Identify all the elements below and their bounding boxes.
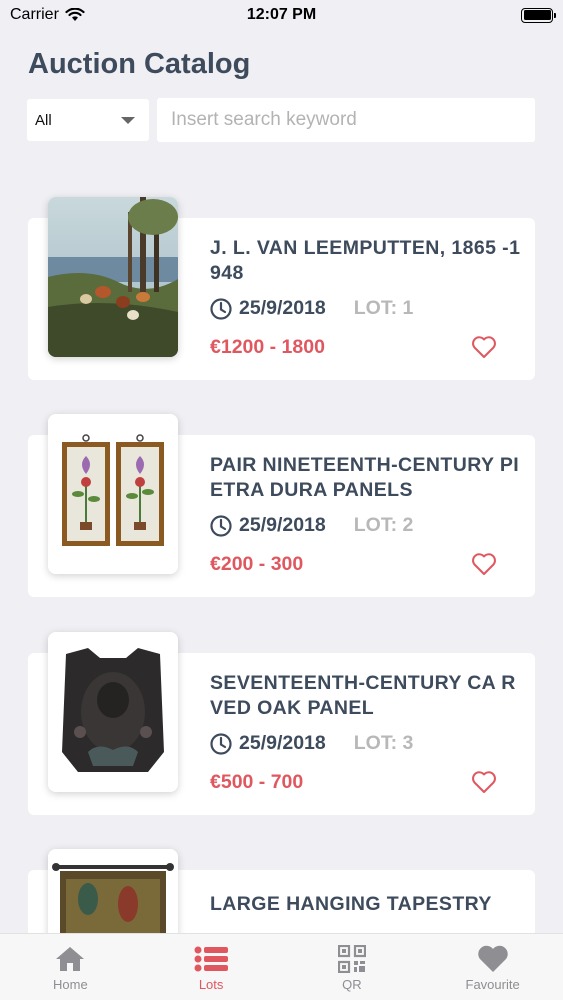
carrier-label: Carrier [10,6,59,23]
panels-image [48,414,178,574]
lot-thumbnail-panels[interactable] [48,414,178,574]
lot-thumbnail-painting[interactable] [48,197,178,357]
lot-title: LARGE HANGING TAPESTRY [210,893,492,915]
tab-home[interactable]: Home [0,934,141,1000]
lot-number: LOT: 1 [353,297,414,319]
lot-price: €200 - 300 [210,553,304,575]
lot-thumbnail-oak-panel[interactable] [48,632,178,792]
favourite-heart-icon[interactable] [471,770,497,794]
tab-qr[interactable]: QR [282,934,423,1000]
tab-label: QR [342,977,362,992]
painting-image [48,197,178,357]
heart-icon [477,945,508,972]
tab-label: Favourite [465,977,520,992]
clock-icon [210,297,232,320]
tab-label: Lots [198,977,224,992]
lot-price: €500 - 700 [210,771,304,793]
home-icon [56,947,85,971]
lot-price: €1200 - 1800 [210,336,325,358]
lot-title: SEVENTEENTH-CENTURY CA RVED OAK PANEL [210,672,516,719]
page-title: Auction Catalog [28,48,251,80]
status-left: Carrier [10,6,85,24]
lot-meta: 25/9/2018 LOT: 2 [210,514,413,537]
tab-favourite[interactable]: Favourite [422,934,563,1000]
qr-code-icon [337,945,366,973]
lot-number: LOT: 3 [353,732,414,754]
tab-bar: Home Lots QR Favourite [0,933,563,1000]
battery-icon [521,7,556,23]
lot-title: J. L. VAN LEEMPUTTEN, 1865 -1948 [210,237,521,284]
chevron-down-icon [121,116,135,124]
lot-date: 25/9/2018 [239,732,326,754]
tab-lots[interactable]: Lots [141,934,282,1000]
lot-date: 25/9/2018 [239,297,326,319]
list-icon [194,946,229,972]
tab-label: Home [53,977,88,992]
favourite-heart-icon[interactable] [471,335,497,359]
clock-icon [210,732,232,755]
category-filter-value: All [35,111,52,129]
status-bar: Carrier 12:07 PM [0,0,563,30]
wifi-icon [65,8,85,21]
lot-date: 25/9/2018 [239,514,326,536]
favourite-heart-icon[interactable] [471,552,497,576]
clock-icon [210,514,232,537]
lot-meta: 25/9/2018 LOT: 3 [210,732,413,755]
category-filter-select[interactable]: All [27,99,149,141]
search-input[interactable] [157,98,535,142]
lot-number: LOT: 2 [353,514,414,536]
lot-title: PAIR NINETEENTH-CENTURY PIETRA DURA PANE… [210,454,520,501]
oak-panel-image [48,632,178,792]
lot-meta: 25/9/2018 LOT: 1 [210,297,413,320]
